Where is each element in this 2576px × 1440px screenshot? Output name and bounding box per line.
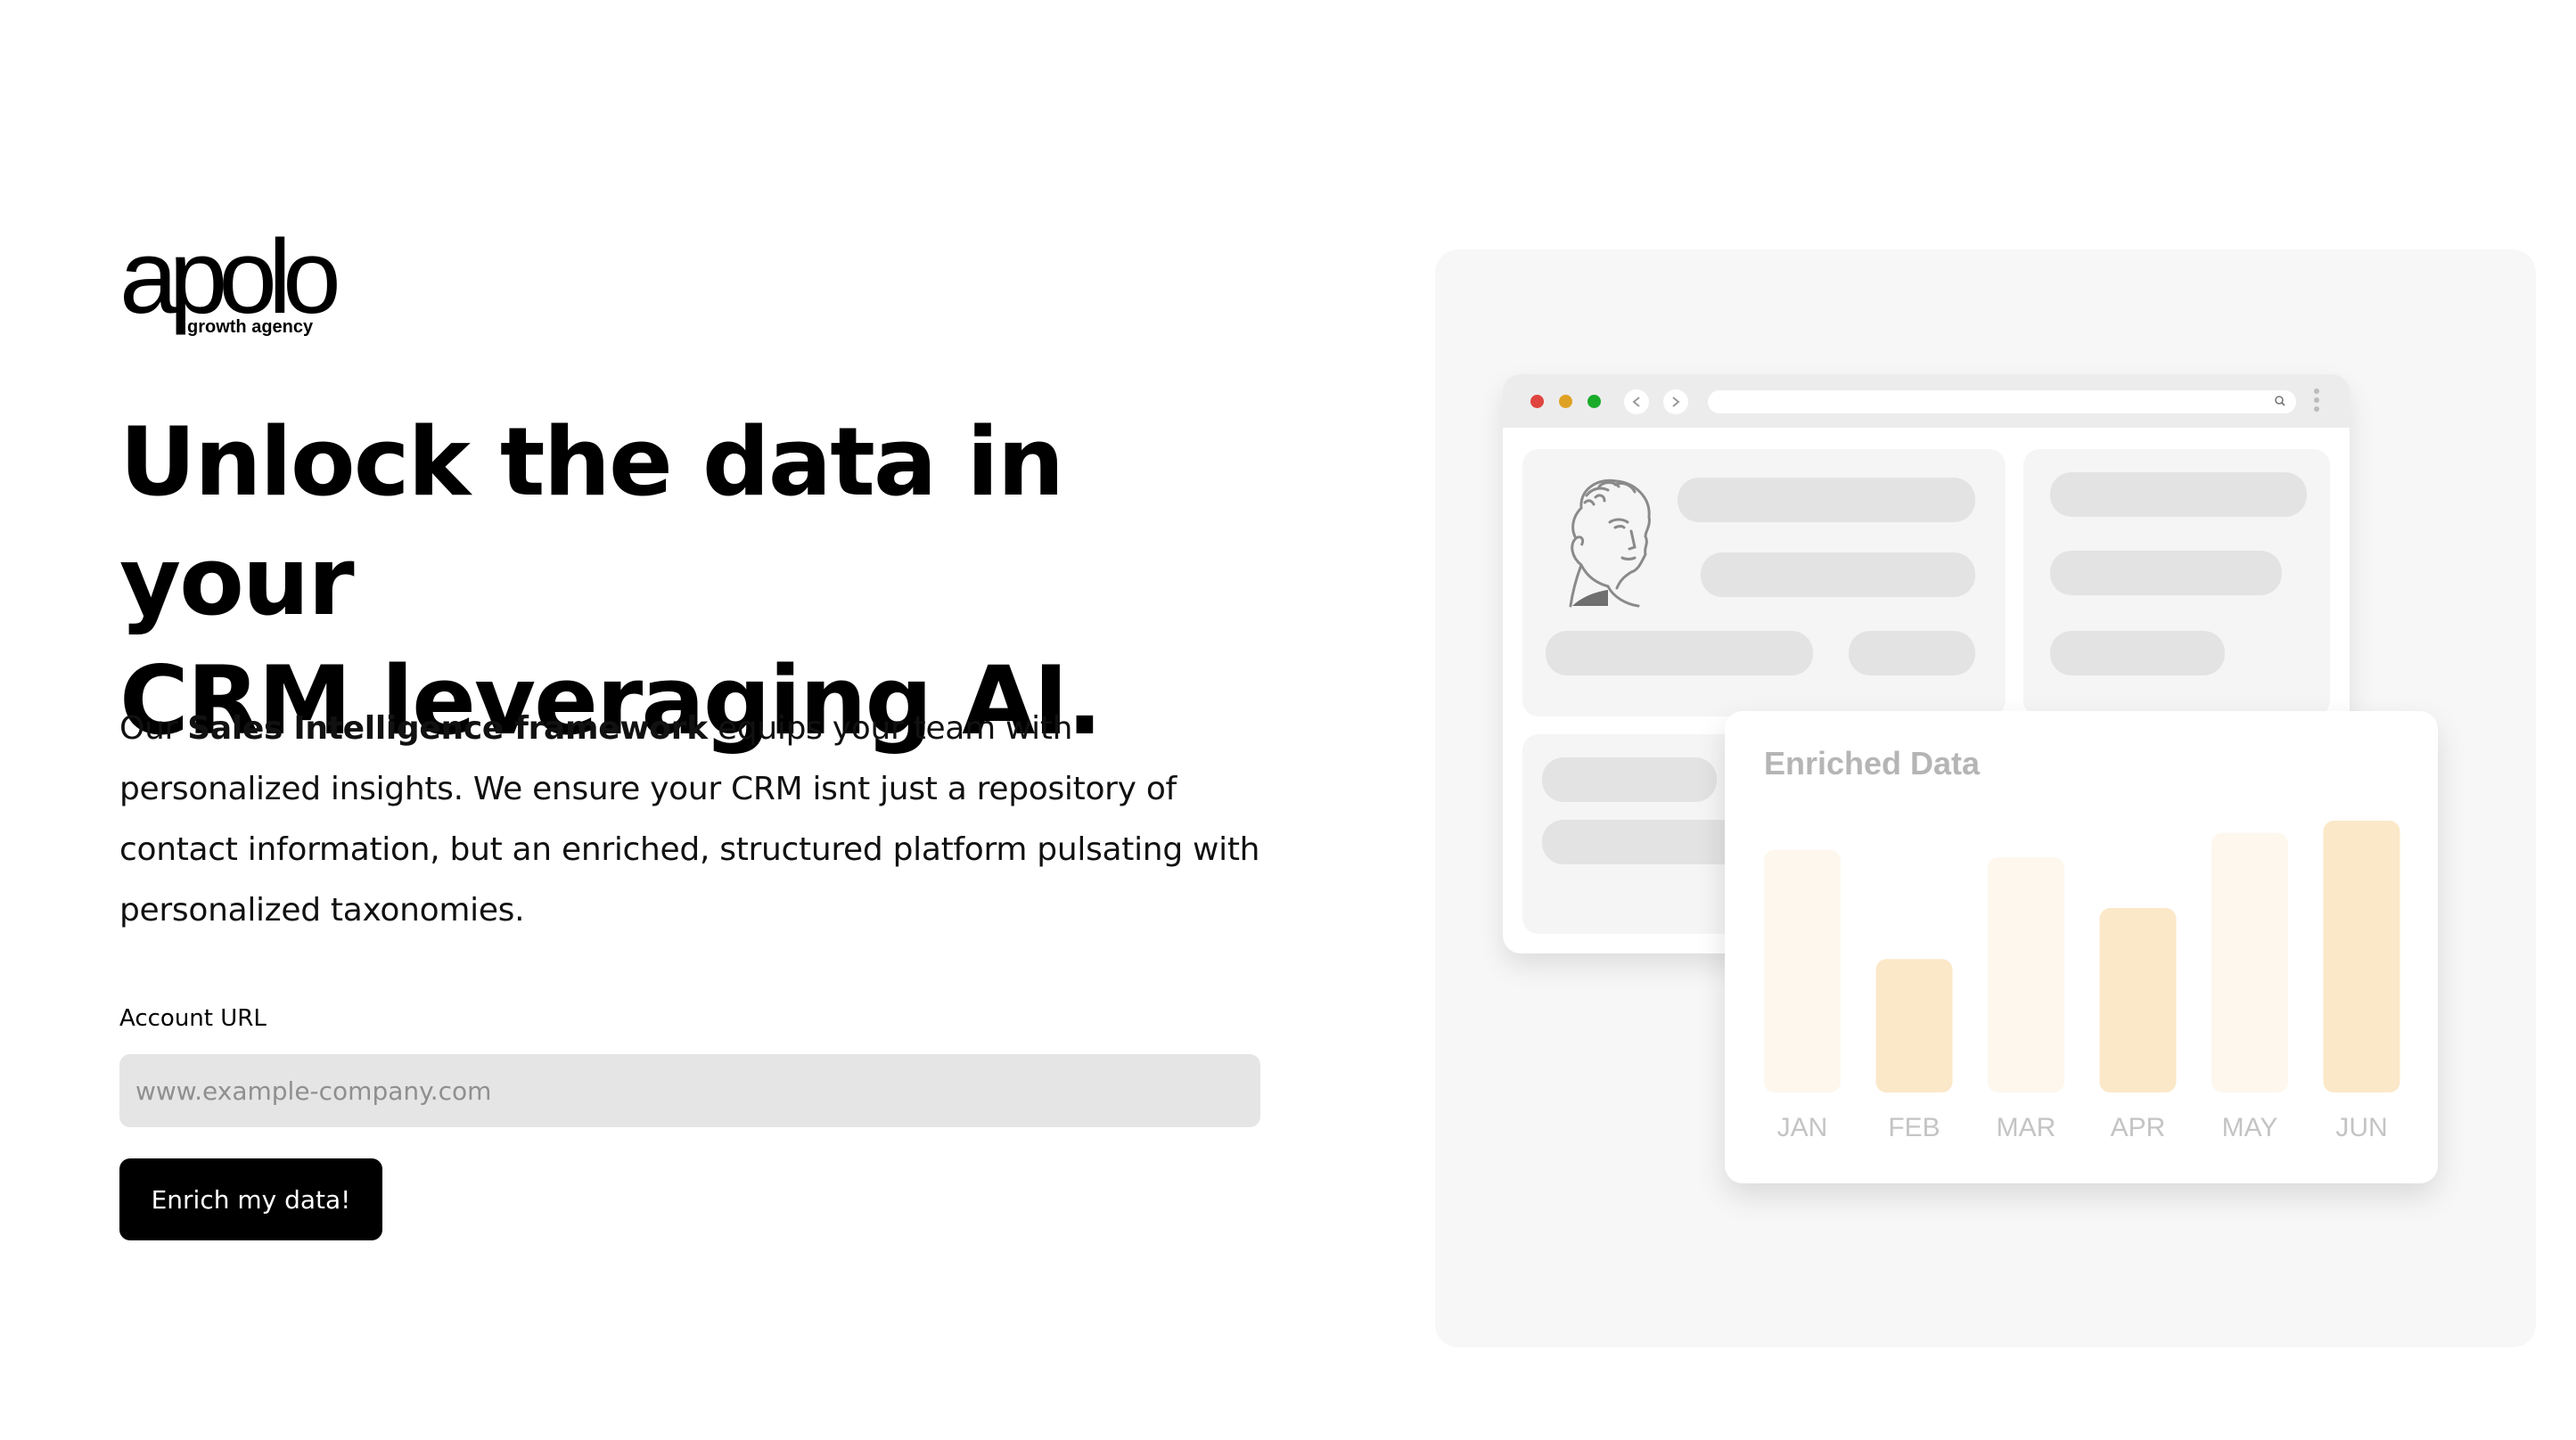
arrow-right-icon (1663, 389, 1688, 414)
landing-page: apolo growth agency Unlock the data in y… (0, 0, 2576, 1440)
profile-card (1522, 449, 2006, 716)
enrich-data-button[interactable]: Enrich my data! (119, 1158, 382, 1240)
illustration-panel: Enriched Data JAN FEB MAR APR MAY JUN (1435, 250, 2536, 1347)
x-tick-label-mar: MAR (1997, 1113, 2056, 1142)
kebab-menu-icon (2314, 389, 2319, 415)
arrow-left-icon (1624, 389, 1649, 414)
intro-paragraph: Our Sales Intelligence framework equips … (119, 699, 1278, 941)
bar-feb (1875, 959, 1953, 1092)
account-url-label: Account URL (119, 1005, 267, 1032)
x-tick-label-jun: JUN (2335, 1113, 2387, 1142)
browser-toolbar (1503, 374, 2350, 428)
side-card (2023, 449, 2330, 716)
placeholder-bar (1542, 757, 1717, 802)
placeholder-bar (1678, 478, 1975, 522)
intro-prefix: Our (119, 710, 188, 747)
bar-mar (1988, 856, 2064, 1092)
placeholder-bar (1849, 631, 1975, 675)
placeholder-bar (2050, 631, 2225, 675)
window-minimize-dot-icon (1559, 395, 1572, 408)
address-bar (1708, 390, 2296, 413)
classical-bust-icon (1569, 479, 1651, 608)
enriched-data-chart-card: Enriched Data JAN FEB MAR APR MAY JUN (1725, 711, 2438, 1183)
bar-apr (2099, 908, 2177, 1092)
placeholder-bar (1542, 820, 1756, 864)
placeholder-bar (1546, 631, 1813, 675)
bar-jan (1764, 849, 1841, 1092)
placeholder-bar (2050, 551, 2282, 595)
x-tick-label-feb: FEB (1888, 1113, 1940, 1142)
logo-tagline: growth agency (187, 317, 314, 337)
bar-may (2211, 832, 2288, 1092)
window-maximize-dot-icon (1587, 395, 1601, 408)
window-close-dot-icon (1530, 395, 1544, 408)
placeholder-bar (2050, 472, 2307, 517)
bar-jun (2323, 821, 2400, 1092)
apolo-logo: apolo growth agency (119, 218, 341, 340)
intro-bold-phrase: Sales Intelligence framework (187, 710, 708, 747)
bar-chart: JAN FEB MAR APR MAY JUN (1764, 821, 2400, 1142)
x-tick-label-jan: JAN (1777, 1113, 1828, 1142)
logo-wordmark: apolo (119, 218, 341, 336)
magnifier-icon (2273, 392, 2287, 413)
headline-line-1: Unlock the data in your (119, 407, 1064, 636)
x-tick-label-may: MAY (2222, 1113, 2278, 1142)
account-url-input[interactable] (119, 1054, 1260, 1127)
placeholder-bar (1701, 552, 1975, 597)
x-tick-label-apr: APR (2111, 1113, 2166, 1142)
